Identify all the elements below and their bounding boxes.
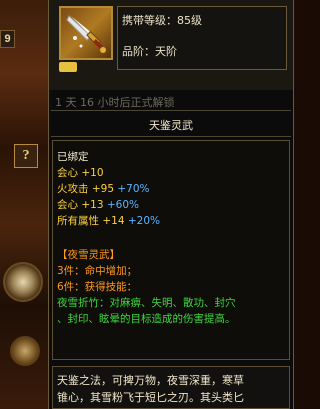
- stat-label: 会心: [57, 167, 78, 179]
- stat-value: +14: [102, 215, 125, 227]
- stat-row: 火攻击 +95 +70%: [57, 181, 150, 196]
- divider: [51, 110, 291, 111]
- stat-label: 所有属性: [57, 215, 99, 227]
- stat-label: 会心: [57, 199, 78, 211]
- tooltip-header: 携带等级：85级 品阶：天阶: [49, 0, 293, 90]
- stat-row: 会心 +13 +60%: [57, 197, 139, 212]
- stat-row: 所有属性 +14 +20%: [57, 213, 160, 228]
- stat-row: 会心 +10: [57, 165, 104, 180]
- skill-desc-line: 、封印、眩晕的目标造成的伤害提高。: [57, 313, 236, 325]
- stat-bonus: +60%: [106, 199, 139, 211]
- game-scene-background: 9 ?: [0, 0, 52, 409]
- item-icon-frame: [59, 6, 113, 60]
- description-line: 天鉴之法，可捭万物，夜雪深重，寒草: [57, 374, 244, 387]
- stat-bonus: +70%: [117, 183, 150, 195]
- gear-icon[interactable]: [3, 262, 43, 302]
- set-bonus-6: 6件：获得技能：: [57, 281, 138, 293]
- unlock-timer: 1 天 16 小时后正式解锁: [55, 96, 175, 109]
- dagger-icon: [66, 15, 106, 53]
- stat-value: +13: [81, 199, 104, 211]
- carry-level: 携带等级：85级: [122, 14, 202, 27]
- lock-badge-icon: [59, 62, 77, 72]
- skill-desc-line: 夜雪折竹：对麻痹、失明、散功、封穴: [57, 297, 236, 309]
- stat-bonus: +20%: [127, 215, 160, 227]
- set-title: 【夜雪灵武】: [57, 249, 120, 261]
- item-quality: 品阶：天阶: [122, 45, 177, 58]
- stat-value: +95: [91, 183, 115, 195]
- stat-value: +10: [81, 167, 104, 179]
- description-line: 锥心，其雪粉飞于短匕之刃。其头类匕: [57, 391, 244, 404]
- scene-level-badge: 9: [0, 30, 15, 48]
- stats-panel: 已绑定 会心 +10 火攻击 +95 +70% 会心 +13 +60% 所有属性…: [52, 140, 290, 360]
- item-info-box: 携带等级：85级 品阶：天阶: [117, 6, 287, 70]
- help-button-icon[interactable]: ?: [14, 144, 38, 168]
- bound-status: 已绑定: [57, 151, 89, 163]
- stat-label: 火攻击: [57, 183, 89, 195]
- item-name: 天鉴灵武: [149, 119, 193, 132]
- compass-icon[interactable]: [10, 336, 40, 366]
- item-tooltip: 携带等级：85级 品阶：天阶 1 天 16 小时后正式解锁 天鉴灵武 已绑定 会…: [48, 0, 294, 409]
- item-description: 天鉴之法，可捭万物，夜雪深重，寒草 锥心，其雪粉飞于短匕之刃。其头类匕: [52, 366, 290, 409]
- set-bonus-3: 3件：命中增加；: [57, 265, 138, 277]
- divider: [51, 136, 291, 137]
